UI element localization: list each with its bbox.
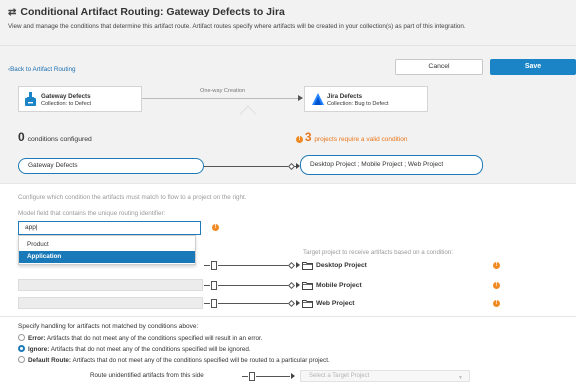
option-ignore[interactable]: Ignore: Artifacts that do not meet any o… <box>18 345 251 354</box>
target-project-mobile: Mobile Project <box>316 282 362 289</box>
condition-input-mobile[interactable] <box>18 279 203 291</box>
source-pill[interactable]: Gateway Defects <box>18 158 204 174</box>
target-collection-title: Jira Defects <box>327 93 363 100</box>
option-error-title: Error: <box>28 335 46 343</box>
option-ignore-text: Artifacts that do not meet any of the co… <box>50 346 251 354</box>
connector-arrow-icon <box>296 262 300 268</box>
radio-default-route[interactable] <box>18 356 25 363</box>
target-project-desktop: Desktop Project <box>316 262 367 269</box>
connector-arrow-icon <box>296 300 300 306</box>
conditions-count: 0 <box>18 130 25 144</box>
warning-icon: ! <box>212 224 219 231</box>
folder-icon <box>302 300 313 308</box>
condition-input-web[interactable] <box>18 297 203 309</box>
page-title: ⇄ Conditional Artifact Routing: Gateway D… <box>8 6 285 18</box>
page-title-text: Conditional Artifact Routing: Gateway De… <box>20 6 285 18</box>
invalid-projects-summary: ! 3 projects require a valid condition <box>296 130 408 144</box>
invalid-projects-count: 3 <box>304 130 312 144</box>
radio-error[interactable] <box>18 334 25 341</box>
config-instruction: Configure which condition the artifacts … <box>18 194 247 201</box>
option-default-route-text: Artifacts that do not meet any of the co… <box>72 357 330 365</box>
option-error[interactable]: Error: Artifacts that do not meet any of… <box>18 334 263 343</box>
chevron-down-icon: ▼ <box>458 375 463 381</box>
dropdown-option-product[interactable]: Product <box>19 239 195 251</box>
model-field-label: Model field that contains the unique rou… <box>18 210 166 217</box>
model-field-dropdown: Product Application <box>18 235 196 265</box>
row-line <box>218 303 290 304</box>
default-route-select-placeholder: Select a Target Project <box>309 373 370 379</box>
warning-icon: ! <box>296 135 303 143</box>
target-pill[interactable]: Desktop Project ; Mobile Project ; Web P… <box>300 155 483 175</box>
source-collection-subtitle: Collection: to Defect <box>41 101 92 107</box>
swap-arrows-icon: ⇄ <box>8 7 17 18</box>
default-route-select[interactable]: Select a Target Project ▼ <box>300 370 470 382</box>
unmatched-heading: Specify handling for artifacts not match… <box>18 323 199 330</box>
dropdown-option-application[interactable]: Application <box>19 251 195 263</box>
target-collection-card: Jira Defects Collection: Bug to Defect <box>304 86 428 112</box>
connector-diamond-icon <box>287 281 296 290</box>
radio-ignore[interactable] <box>18 345 25 352</box>
warning-icon: ! <box>493 262 500 269</box>
document-icon <box>249 372 255 381</box>
source-collection-title: Gateway Defects <box>41 93 91 100</box>
row-line <box>256 376 290 377</box>
option-error-text: Artifacts that do not meet any of the co… <box>46 335 263 343</box>
flow-line <box>142 98 302 99</box>
connector-diamond-icon <box>287 299 296 308</box>
folder-icon <box>302 282 313 290</box>
document-icon <box>211 261 217 270</box>
row-line <box>204 285 210 286</box>
back-link[interactable]: ‹Back to Artifact Routing <box>8 66 76 73</box>
target-collection-subtitle: Collection: Bug to Defect <box>327 101 389 107</box>
document-icon <box>211 299 217 308</box>
row-line <box>242 376 248 377</box>
download-icon <box>25 92 36 106</box>
row-line <box>204 265 210 266</box>
model-field-input[interactable]: app| <box>18 221 201 235</box>
option-ignore-title: Ignore: <box>28 346 50 354</box>
target-project-web: Web Project <box>316 300 355 307</box>
row-line <box>218 265 290 266</box>
invalid-projects-label: projects require a valid condition <box>314 136 408 143</box>
warning-icon: ! <box>493 282 500 289</box>
flow-arrow-icon <box>298 95 303 101</box>
option-default-route-title: Default Route: <box>28 357 72 365</box>
section-divider <box>0 316 576 317</box>
connector-arrow-icon <box>291 373 295 379</box>
row-line <box>218 285 290 286</box>
jira-logo-icon <box>312 93 324 105</box>
folder-icon <box>302 262 313 270</box>
pipeline-line <box>204 166 297 167</box>
warning-icon: ! <box>493 300 500 307</box>
cancel-button[interactable]: Cancel <box>395 59 483 75</box>
route-unidentified-label: Route unidentified artifacts from this s… <box>90 372 204 379</box>
connector-arrow-icon <box>296 282 300 288</box>
conditions-summary: 0 conditions configured <box>18 130 92 144</box>
flow-label: One-way Creation <box>200 88 246 94</box>
connector-diamond-icon <box>287 261 296 270</box>
page-description: View and manage the conditions that dete… <box>8 23 466 30</box>
back-link-label: Back to Artifact Routing <box>10 66 76 73</box>
conditions-label: conditions configured <box>27 136 92 143</box>
source-collection-card: Gateway Defects Collection: to Defect <box>18 86 142 112</box>
document-icon <box>211 281 217 290</box>
target-project-label: Target project to receive artifacts base… <box>303 249 453 256</box>
row-line <box>204 303 210 304</box>
option-default-route[interactable]: Default Route: Artifacts that do not mee… <box>18 356 330 365</box>
save-button[interactable]: Save <box>490 59 576 75</box>
